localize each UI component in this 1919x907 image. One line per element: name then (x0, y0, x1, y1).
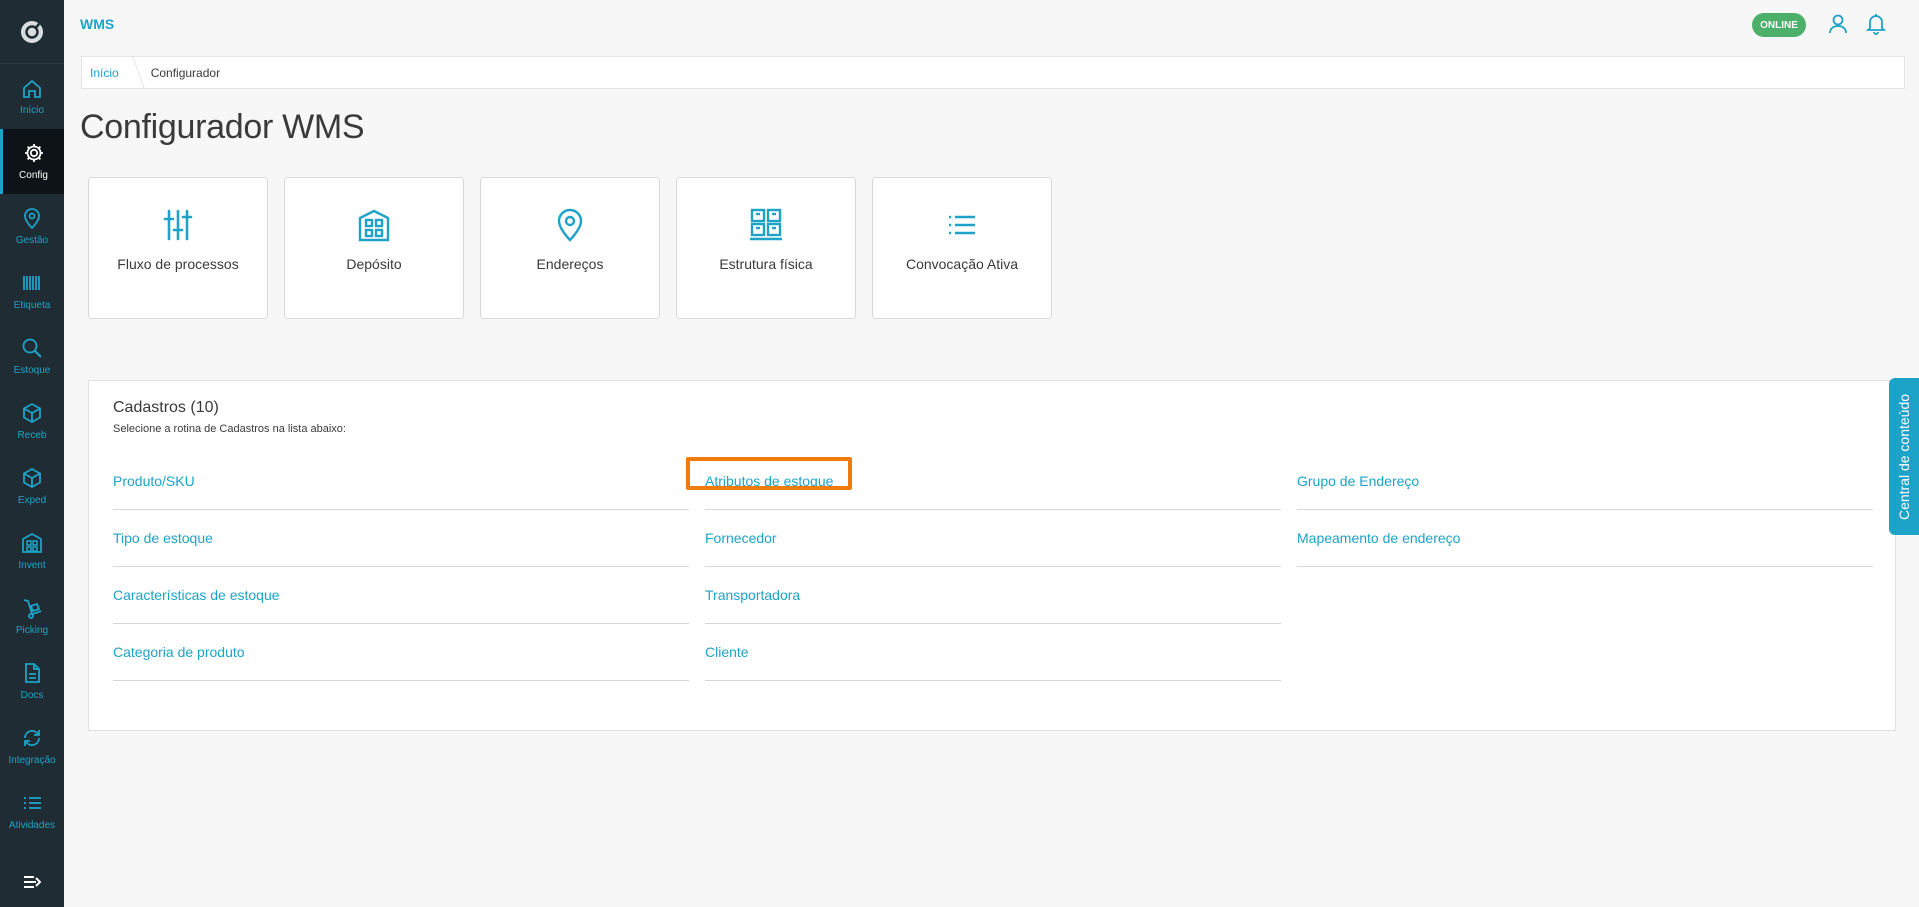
cadastro-link[interactable]: Cliente (705, 624, 1281, 681)
card-label: Endereços (536, 256, 604, 272)
top-bar: WMS (64, 0, 1919, 48)
card-label: Estrutura física (719, 256, 813, 272)
card-label: Fluxo de processos (117, 256, 239, 272)
box-icon (23, 402, 41, 424)
card-fluxo-de-processos[interactable]: Fluxo de processos (88, 177, 268, 319)
pallet-icon (750, 208, 782, 241)
sync-icon (24, 730, 40, 746)
sidebar-item-gestao[interactable]: Gestão (0, 194, 64, 259)
sidebar-item-inicio[interactable]: Início (0, 64, 64, 129)
cadastro-link[interactable]: Grupo de Endereço (1297, 453, 1873, 510)
cadastro-link[interactable]: Características de estoque (113, 567, 689, 624)
sidebar-item-exped[interactable]: Exped (0, 454, 64, 519)
sidebar-item-label: Exped (17, 495, 47, 506)
sidebar-item-estoque[interactable]: Estoque (0, 324, 64, 389)
breadcrumb-current: Configurador (150, 65, 221, 80)
breadcrumb-home-link[interactable]: Início (82, 66, 129, 80)
cadastros-subtitle: Selecione a rotina de Cadastros na lista… (113, 423, 346, 435)
document-icon (25, 663, 40, 683)
sidebar-item-receb[interactable]: Receb (0, 389, 64, 454)
sidebar-item-integracao[interactable]: Integração (0, 714, 64, 779)
sidebar: Início Config Gestão Etiqueta Estoque Receb Ex… (0, 0, 64, 907)
cadastro-link[interactable]: Fornecedor (705, 510, 1281, 567)
collapse-menu-button[interactable] (0, 857, 64, 907)
app-logo[interactable] (0, 0, 64, 64)
card-label: Depósito (346, 256, 402, 272)
sidebar-item-label: Receb (17, 430, 47, 441)
bell-icon (1866, 14, 1886, 35)
status-badge: ONLINE (1752, 13, 1806, 37)
building-icon (358, 209, 390, 242)
card-deposito[interactable]: Depósito (284, 177, 464, 319)
side-tab-label: Central de conteúdo (1896, 393, 1912, 520)
cadastros-title: Cadastros (10) (113, 399, 219, 416)
sidebar-item-label: Etiqueta (13, 300, 51, 311)
cadastro-link[interactable]: Tipo de estoque (113, 510, 689, 567)
sidebar-item-label: Picking (15, 625, 49, 636)
building-icon (22, 532, 42, 553)
sidebar-item-label: Integração (8, 755, 56, 766)
sidebar-item-picking[interactable]: Picking (0, 584, 64, 649)
sidebar-item-label: Docs (20, 690, 44, 701)
sidebar-item-label: Invent (18, 560, 46, 571)
cadastros-column-1: Produto/SKU Tipo de estoque Característi… (113, 453, 689, 681)
user-button[interactable] (1825, 11, 1851, 37)
app-title: WMS (80, 16, 115, 32)
cadastro-link[interactable]: Transportadora (705, 567, 1281, 624)
hand-truck-icon (23, 599, 42, 619)
cadastro-link[interactable]: Categoria de produto (113, 624, 689, 681)
sidebar-item-invent[interactable]: Invent (0, 519, 64, 584)
list-icon (24, 797, 41, 809)
map-pin-icon (24, 208, 40, 229)
cadastros-panel: Cadastros (10) Selecione a rotina de Cad… (88, 380, 1896, 731)
home-icon (23, 79, 41, 98)
config-cards: Fluxo de processos Depósito Endereços Es… (88, 177, 1052, 319)
logo-icon (21, 20, 43, 43)
cadastros-column-2: Atributos de estoque Fornecedor Transpor… (705, 453, 1281, 681)
sidebar-item-label: Gestão (15, 235, 49, 246)
notifications-button[interactable] (1863, 11, 1889, 37)
sidebar-item-label: Início (20, 105, 44, 116)
gear-icon (24, 144, 43, 162)
card-estrutura-fisica[interactable]: Estrutura física (676, 177, 856, 319)
sidebar-item-label: Estoque (13, 365, 51, 376)
sliders-icon (163, 209, 193, 241)
cadastro-link[interactable]: Mapeamento de endereço (1297, 510, 1873, 567)
breadcrumb: Início Configurador (81, 56, 1905, 89)
sidebar-item-atividades[interactable]: Atividades (0, 779, 64, 844)
sidebar-item-label: Atividades (8, 820, 56, 831)
cadastro-link[interactable]: Atributos de estoque (705, 453, 1281, 510)
sidebar-item-label: Config (19, 170, 48, 181)
search-icon (22, 338, 42, 358)
card-enderecos[interactable]: Endereços (480, 177, 660, 319)
cadastros-column-3: Grupo de Endereço Mapeamento de endereço (1297, 453, 1873, 567)
cadastro-link[interactable]: Produto/SKU (113, 453, 689, 510)
list-icon (949, 215, 975, 235)
sidebar-item-docs[interactable]: Docs (0, 649, 64, 714)
page-title: Configurador WMS (80, 108, 365, 146)
collapse-menu-icon (24, 876, 41, 888)
sidebar-item-config[interactable]: Config (0, 129, 64, 194)
barcode-icon (23, 276, 40, 290)
central-de-conteudo-tab[interactable]: Central de conteúdo (1889, 378, 1919, 535)
card-convocacao-ativa[interactable]: Convocação Ativa (872, 177, 1052, 319)
card-label: Convocação Ativa (905, 256, 1019, 272)
box-icon (23, 467, 41, 489)
sidebar-item-etiqueta[interactable]: Etiqueta (0, 259, 64, 324)
user-icon (1829, 14, 1847, 34)
map-pin-icon (557, 208, 583, 242)
